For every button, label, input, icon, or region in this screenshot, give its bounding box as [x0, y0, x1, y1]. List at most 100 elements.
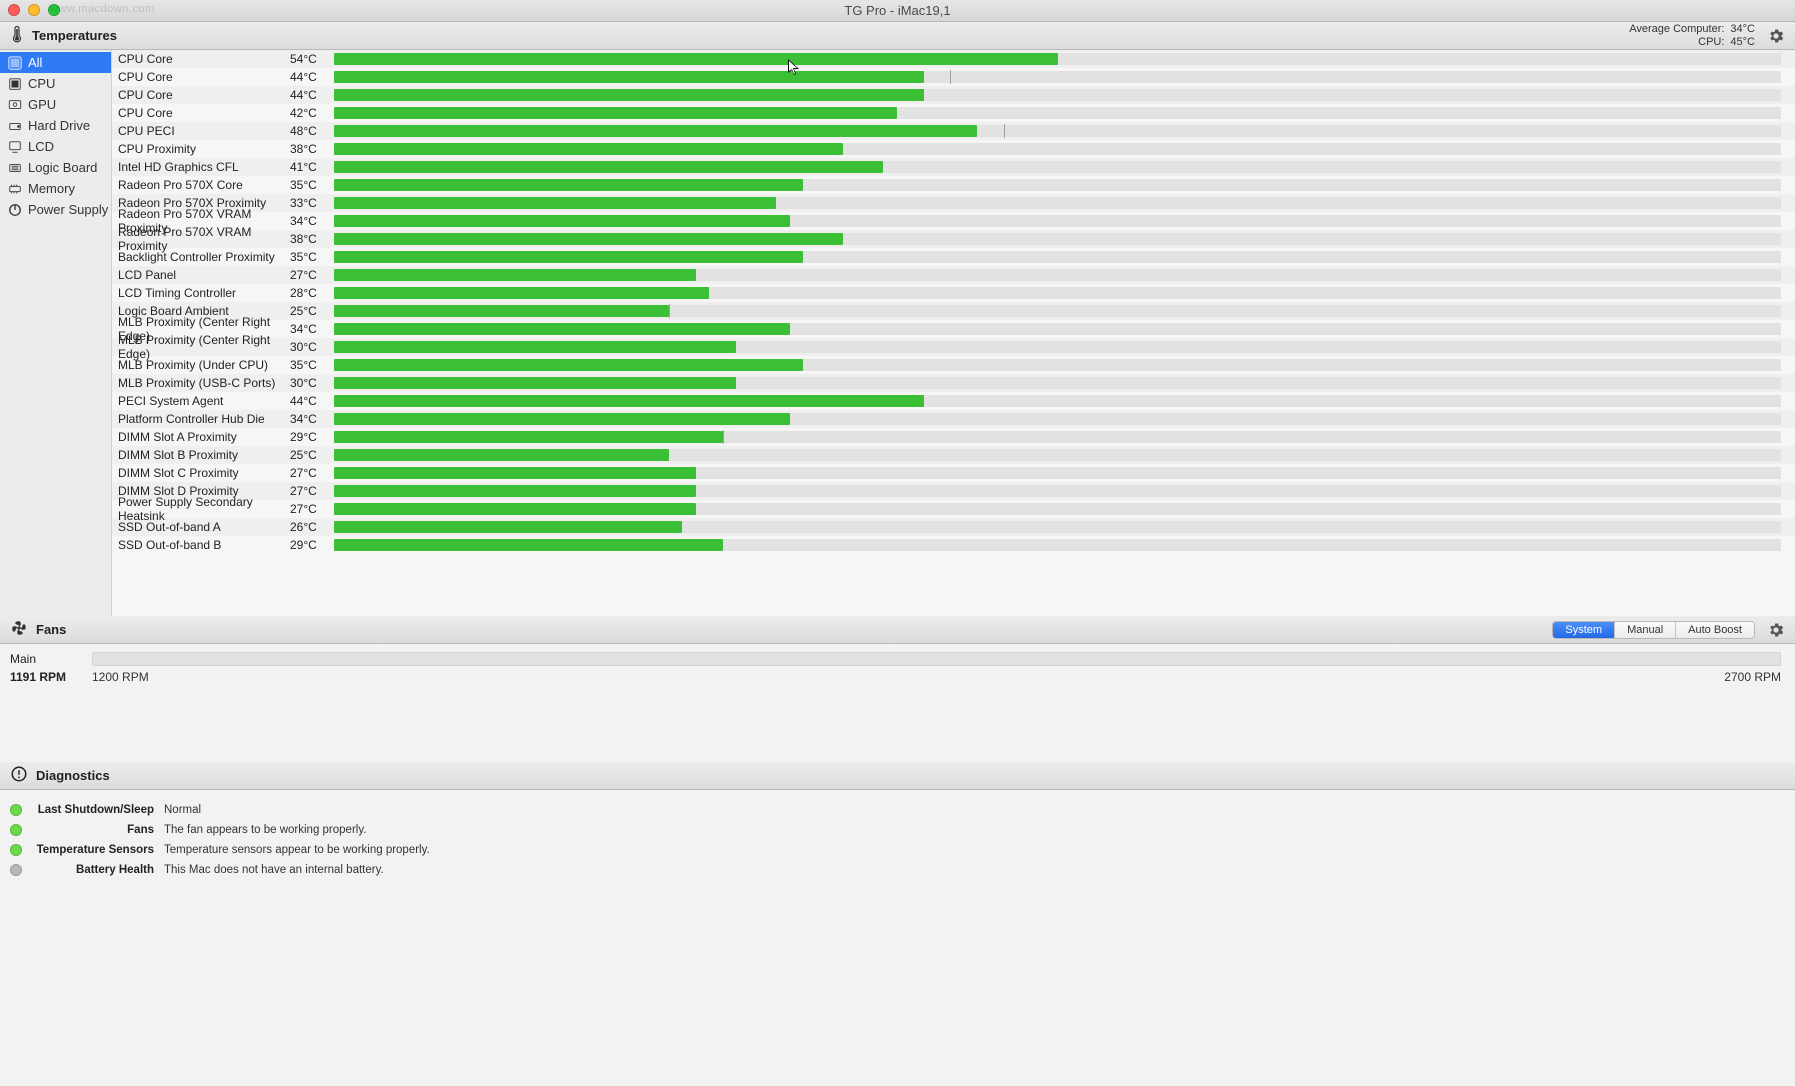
- fan-mode-auto-boost[interactable]: Auto Boost: [1676, 622, 1754, 638]
- sidebar-item-all[interactable]: All: [0, 52, 111, 73]
- sidebar-item-memory[interactable]: Memory: [0, 178, 111, 199]
- sensor-bar: [334, 539, 1781, 551]
- sensor-bar: [334, 269, 1781, 281]
- sensor-bar: [334, 395, 1781, 407]
- fans-header: Fans SystemManualAuto Boost: [0, 616, 1795, 644]
- sensor-temp: 30°C: [290, 376, 334, 390]
- diagnostic-row: Last Shutdown/SleepNormal: [10, 800, 1781, 820]
- sensor-bar: [334, 287, 1781, 299]
- thermometer-icon: [10, 25, 24, 46]
- sensor-temp: 27°C: [290, 502, 334, 516]
- sensor-temp: 30°C: [290, 340, 334, 354]
- sensor-bar: [334, 485, 1781, 497]
- sensor-row: Radeon Pro 570X VRAM Proximity38°C: [112, 230, 1795, 248]
- sensor-bar: [334, 323, 1781, 335]
- sensor-name: CPU Core: [118, 70, 290, 84]
- sensor-row: MLB Proximity (Center Right Edge)30°C: [112, 338, 1795, 356]
- minimize-window-icon[interactable]: [28, 4, 40, 16]
- sidebar-item-label: All: [28, 55, 42, 70]
- diagnostic-row: FansThe fan appears to be working proper…: [10, 820, 1781, 840]
- sensor-bar: [334, 179, 1781, 191]
- category-icon: [8, 98, 22, 112]
- sidebar-item-label: Power Supply: [28, 202, 108, 217]
- sensor-row: Radeon Pro 570X Core35°C: [112, 176, 1795, 194]
- sensor-name: DIMM Slot B Proximity: [118, 448, 290, 462]
- temperatures-title: Temperatures: [32, 28, 117, 43]
- fan-min-rpm: 1200 RPM: [92, 670, 149, 684]
- fan-name: Main: [10, 652, 80, 666]
- sensor-name: DIMM Slot A Proximity: [118, 430, 290, 444]
- fan-mode-manual[interactable]: Manual: [1615, 622, 1676, 638]
- alert-icon: [10, 765, 28, 786]
- diagnostic-label: Temperature Sensors: [34, 844, 154, 856]
- sensor-bar: [334, 89, 1781, 101]
- diagnostic-row: Temperature Sensors Temperature sensors a…: [10, 840, 1781, 860]
- sensor-name: SSD Out-of-band A: [118, 520, 290, 534]
- diagnostic-value: The fan appears to be working properly.: [164, 824, 366, 836]
- sensor-row: MLB Proximity (Center Right Edge)34°C: [112, 320, 1795, 338]
- sensor-temp: 27°C: [290, 466, 334, 480]
- sensor-row: CPU Core44°C: [112, 86, 1795, 104]
- sidebar-item-hard-drive[interactable]: Hard Drive: [0, 115, 111, 136]
- sensor-temp: 28°C: [290, 286, 334, 300]
- sidebar-item-logic-board[interactable]: Logic Board: [0, 157, 111, 178]
- sidebar-item-label: Logic Board: [28, 160, 97, 175]
- close-window-icon[interactable]: [8, 4, 20, 16]
- sidebar-item-lcd[interactable]: LCD: [0, 136, 111, 157]
- gear-icon[interactable]: [1767, 27, 1785, 45]
- sensor-row: SSD Out-of-band A26°C: [112, 518, 1795, 536]
- sensor-row: CPU Core44°C: [112, 68, 1795, 86]
- sensor-temp: 44°C: [290, 70, 334, 84]
- sensor-row: DIMM Slot B Proximity25°C: [112, 446, 1795, 464]
- fan-icon: [10, 619, 28, 640]
- diagnostic-label: Last Shutdown/Sleep: [34, 804, 154, 816]
- sensor-bar: [334, 107, 1781, 119]
- sensor-row: Backlight Controller Proximity35°C: [112, 248, 1795, 266]
- sensor-bar: [334, 125, 1781, 137]
- sensor-name: CPU Core: [118, 106, 290, 120]
- status-dot-icon: [10, 844, 22, 856]
- diagnostics-header: Diagnostics: [0, 762, 1795, 790]
- window-title: TG Pro - iMac19,1: [0, 3, 1795, 18]
- fans-body: Main1191 RPM1200 RPM2700 RPM: [0, 644, 1795, 702]
- sensor-row: Intel HD Graphics CFL41°C: [112, 158, 1795, 176]
- cpu-value: 45°C: [1730, 36, 1755, 49]
- sensor-bar: [334, 503, 1781, 515]
- sensor-temp: 38°C: [290, 232, 334, 246]
- category-icon: [8, 140, 22, 154]
- sensor-row: CPU Core42°C: [112, 104, 1795, 122]
- gear-icon[interactable]: [1767, 621, 1785, 639]
- sidebar-item-power-supply[interactable]: Power Supply: [0, 199, 111, 220]
- sensor-bar: [334, 71, 1781, 83]
- sensor-name: MLB Proximity (USB-C Ports): [118, 376, 290, 390]
- fan-rpm-bar[interactable]: [92, 652, 1781, 666]
- sensor-row: DIMM Slot A Proximity29°C: [112, 428, 1795, 446]
- sensor-temp: 54°C: [290, 52, 334, 66]
- sensor-temp: 26°C: [290, 520, 334, 534]
- sidebar-item-cpu[interactable]: CPU: [0, 73, 111, 94]
- sidebar-item-gpu[interactable]: GPU: [0, 94, 111, 115]
- diagnostic-value: Temperature sensors appear to be working…: [164, 844, 430, 856]
- sensor-temp: 29°C: [290, 430, 334, 444]
- sensor-name: Radeon Pro 570X Core: [118, 178, 290, 192]
- sensor-temp: 35°C: [290, 178, 334, 192]
- fan-mode-system[interactable]: System: [1553, 622, 1615, 638]
- temperature-summary: Average Computer: 34°C CPU: 45°C: [1629, 23, 1755, 49]
- sensor-name: CPU PECI: [118, 124, 290, 138]
- fan-mode-segmented-control[interactable]: SystemManualAuto Boost: [1552, 621, 1755, 639]
- sensor-name: Backlight Controller Proximity: [118, 250, 290, 264]
- sensor-row: Radeon Pro 570X VRAM Proximity34°C: [112, 212, 1795, 230]
- fans-title: Fans: [36, 622, 66, 637]
- sidebar-item-label: CPU: [28, 76, 55, 91]
- sensor-row: PECI System Agent44°C: [112, 392, 1795, 410]
- diagnostic-row: Battery HealthThis Mac does not have an …: [10, 860, 1781, 880]
- sensor-bar: [334, 377, 1781, 389]
- fan-current-rpm: 1191 RPM: [10, 670, 80, 684]
- sensor-temp: 48°C: [290, 124, 334, 138]
- sensor-bar: [334, 359, 1781, 371]
- sensor-row: Logic Board Ambient25°C: [112, 302, 1795, 320]
- sensor-name: Power Supply Secondary Heatsink: [118, 495, 290, 523]
- diagnostics-body: Last Shutdown/SleepNormalFansThe fan app…: [0, 790, 1795, 880]
- sensor-name: PECI System Agent: [118, 394, 290, 408]
- sidebar-item-label: GPU: [28, 97, 56, 112]
